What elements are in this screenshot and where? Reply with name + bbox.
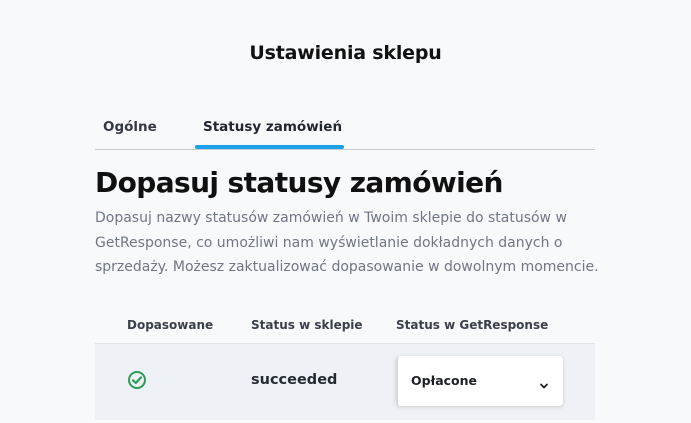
chevron-down-icon [539, 376, 549, 389]
check-circle-icon [127, 370, 147, 390]
active-tab-indicator [195, 145, 344, 149]
getresponse-status-value: Opłacone [411, 373, 478, 388]
tab-order-statuses[interactable]: Statusy zamówień [203, 119, 342, 135]
shop-status-value: succeeded [251, 372, 338, 388]
column-header-getresponse-status: Status w GetResponse [396, 318, 549, 332]
table-header: Dopasowane Status w sklepie Status w Get… [95, 305, 595, 344]
table-row: succeeded Opłacone [95, 344, 595, 420]
tab-general[interactable]: Ogólne [103, 119, 157, 135]
column-header-shop-status: Status w sklepie [251, 318, 363, 332]
section-description: Dopasuj nazwy statusów zamówień w Twoim … [95, 210, 599, 275]
column-header-matched: Dopasowane [127, 318, 214, 332]
getresponse-status-select[interactable]: Opłacone [396, 356, 563, 406]
section-heading: Dopasuj statusy zamówień [95, 166, 503, 199]
page-title: Ustawienia sklepu [249, 42, 442, 64]
tabs-bar: Ogólne Statusy zamówień [95, 108, 595, 150]
